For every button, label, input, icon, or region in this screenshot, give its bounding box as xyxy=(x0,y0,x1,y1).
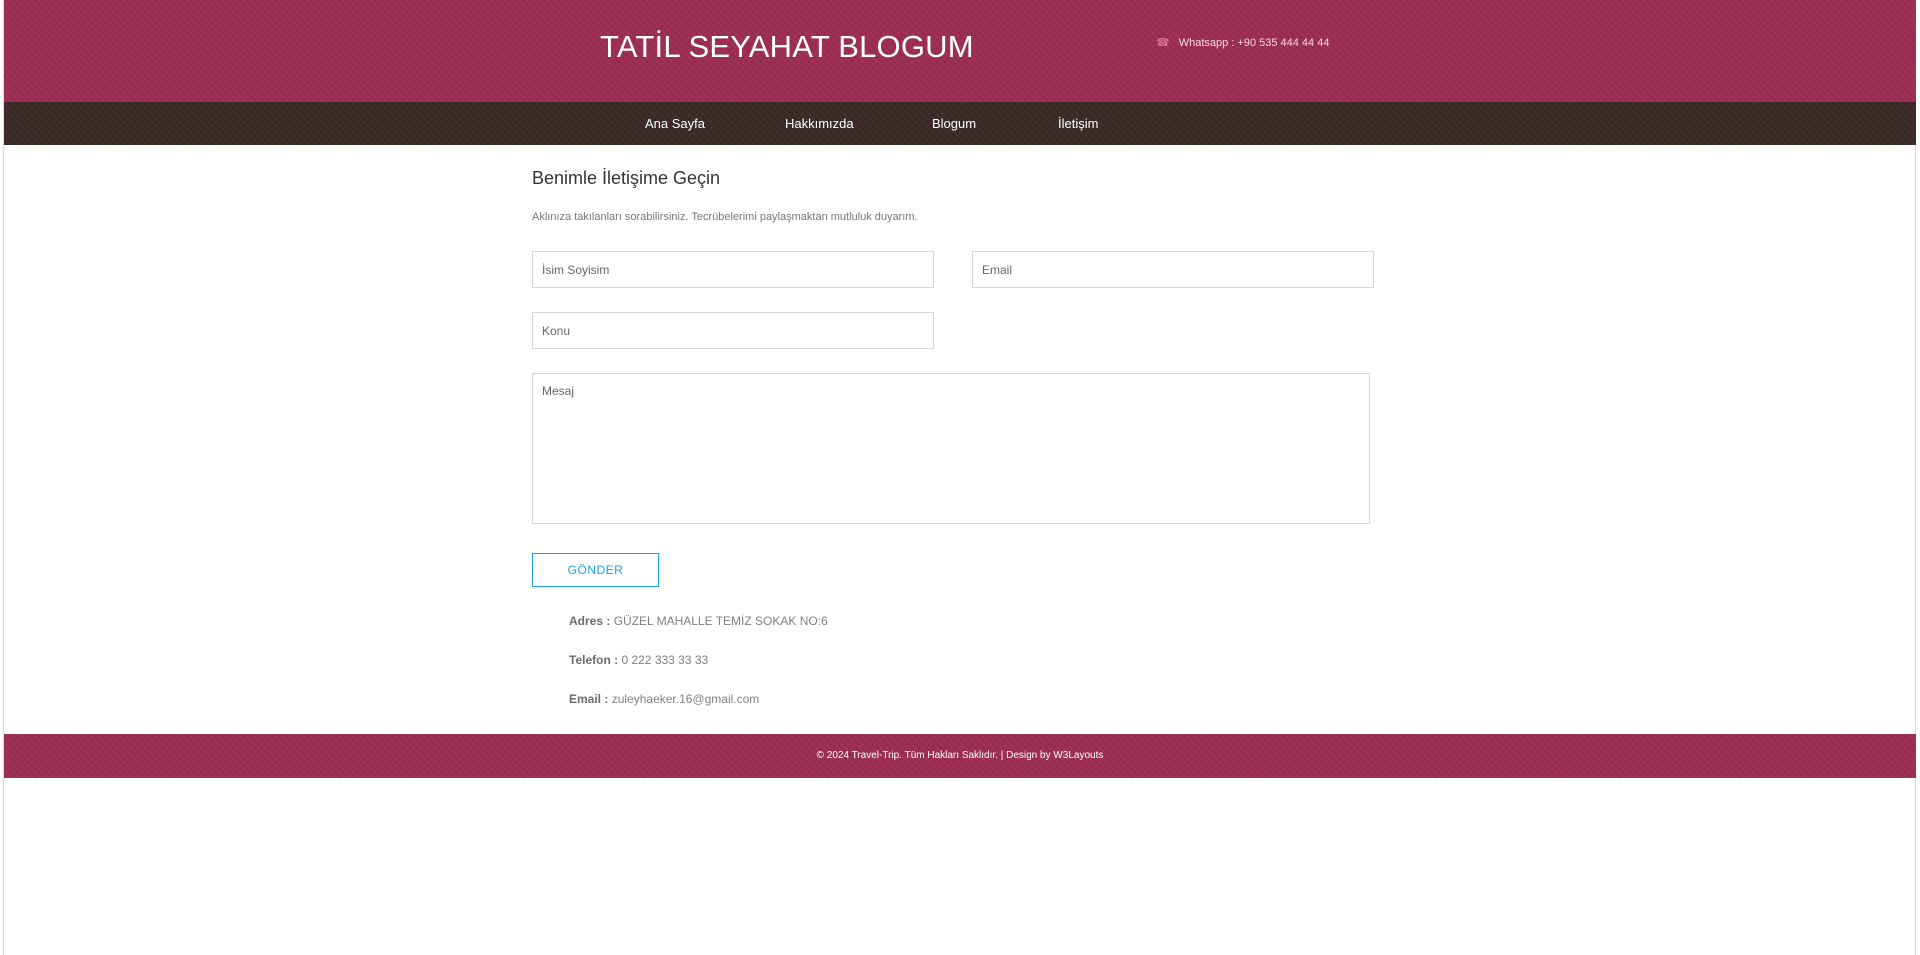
site-footer: © 2024 Travel-Trip. Tüm Hakları Saklıdır… xyxy=(4,734,1916,778)
nav-item-contact[interactable]: İletişim xyxy=(1058,116,1098,131)
main-navbar: Ana Sayfa Hakkımızda Blogum İletişim xyxy=(4,102,1916,145)
subject-input[interactable] xyxy=(532,312,934,349)
nav-item-about[interactable]: Hakkımızda xyxy=(785,116,854,131)
phone-icon: ☎ xyxy=(1156,37,1170,49)
email-line: Email : zuleyhaeker.16@gmail.com xyxy=(569,692,759,706)
address-label: Adres : xyxy=(569,614,611,628)
nav-item-blog[interactable]: Blogum xyxy=(932,116,976,131)
email-label: Email : xyxy=(569,692,609,706)
submit-button[interactable]: GÖNDER xyxy=(532,553,659,587)
phone-label: Telefon : xyxy=(569,653,619,667)
email-input[interactable] xyxy=(972,251,1374,288)
address-value: GÜZEL MAHALLE TEMİZ SOKAK NO:6 xyxy=(613,614,828,628)
message-textarea[interactable] xyxy=(532,373,1370,524)
name-input[interactable] xyxy=(532,251,934,288)
site-title[interactable]: TATİL SEYAHAT BLOGUM xyxy=(600,29,974,65)
nav-item-home[interactable]: Ana Sayfa xyxy=(645,116,705,131)
email-value: zuleyhaeker.16@gmail.com xyxy=(611,692,760,706)
phone-line: Telefon : 0 222 333 33 33 xyxy=(569,653,708,667)
footer-copyright: © 2024 Travel-Trip. Tüm Hakları Saklıdır… xyxy=(816,750,1104,761)
header-contact: ☎ Whatsapp : +90 535 444 44 44 xyxy=(1156,36,1330,50)
phone-value: 0 222 333 33 33 xyxy=(621,653,709,667)
site-header: TATİL SEYAHAT BLOGUM ☎ Whatsapp : +90 53… xyxy=(4,0,1916,102)
address-line: Adres : GÜZEL MAHALLE TEMİZ SOKAK NO:6 xyxy=(569,614,828,628)
page-subtitle: Aklınıza takılanları sorabilirsiniz. Tec… xyxy=(532,211,918,223)
whatsapp-number: Whatsapp : +90 535 444 44 44 xyxy=(1178,36,1330,49)
page-title: Benimle İletişime Geçin xyxy=(532,168,721,188)
